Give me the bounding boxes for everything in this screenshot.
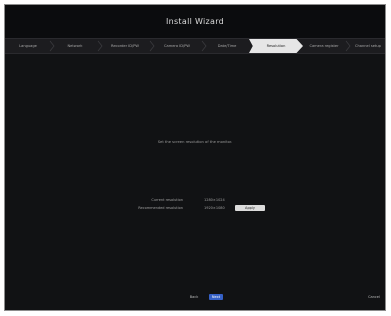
step-label: Network bbox=[67, 44, 83, 48]
step-label: Recorder ID/PW bbox=[110, 44, 139, 48]
step-label: Camera register bbox=[309, 44, 339, 48]
current-resolution-label: Current resolution bbox=[151, 198, 183, 202]
wizard-steps: Language Network Recorder ID/PW Camera I… bbox=[5, 38, 385, 54]
back-button[interactable]: Back bbox=[187, 294, 201, 300]
step-network[interactable]: Network bbox=[55, 39, 95, 53]
current-resolution-row: Current resolution 1280×1024 bbox=[5, 197, 385, 204]
recommended-resolution-value: 1920×1080 bbox=[204, 206, 225, 210]
recommended-resolution-row: Recommended resolution 1920×1080 Apply bbox=[5, 205, 385, 212]
wizard-content: Set the screen resolution of the monitor… bbox=[5, 54, 385, 286]
wizard-footer: Back Next Cancel bbox=[5, 284, 385, 310]
apply-button[interactable]: Apply bbox=[235, 205, 265, 211]
step-date-time[interactable]: Date/Time bbox=[207, 39, 247, 53]
step-resolution[interactable]: Resolution bbox=[249, 39, 303, 53]
step-language[interactable]: Language bbox=[9, 39, 47, 53]
step-camera-register[interactable]: Camera register bbox=[303, 39, 345, 53]
title-bar: Install Wizard bbox=[5, 5, 385, 38]
cancel-button[interactable]: Cancel bbox=[367, 294, 381, 300]
step-label: Channel setup bbox=[355, 44, 381, 48]
next-button[interactable]: Next bbox=[209, 294, 223, 300]
step-label: Date/Time bbox=[217, 44, 237, 48]
step-label: Language bbox=[19, 44, 37, 48]
current-resolution-value: 1280×1024 bbox=[204, 198, 225, 202]
window-title: Install Wizard bbox=[165, 17, 225, 26]
recommended-resolution-label: Recommended resolution bbox=[138, 206, 183, 210]
step-channel-setup[interactable]: Channel setup bbox=[351, 39, 385, 53]
install-wizard-window: Install Wizard Language Network Recorder… bbox=[4, 4, 386, 311]
step-label: Resolution bbox=[266, 44, 286, 48]
instruction-text: Set the screen resolution of the monitor… bbox=[157, 140, 233, 144]
step-camera-id-pw[interactable]: Camera ID/PW bbox=[155, 39, 199, 53]
step-recorder-id-pw[interactable]: Recorder ID/PW bbox=[103, 39, 147, 53]
step-label: Camera ID/PW bbox=[163, 44, 190, 48]
